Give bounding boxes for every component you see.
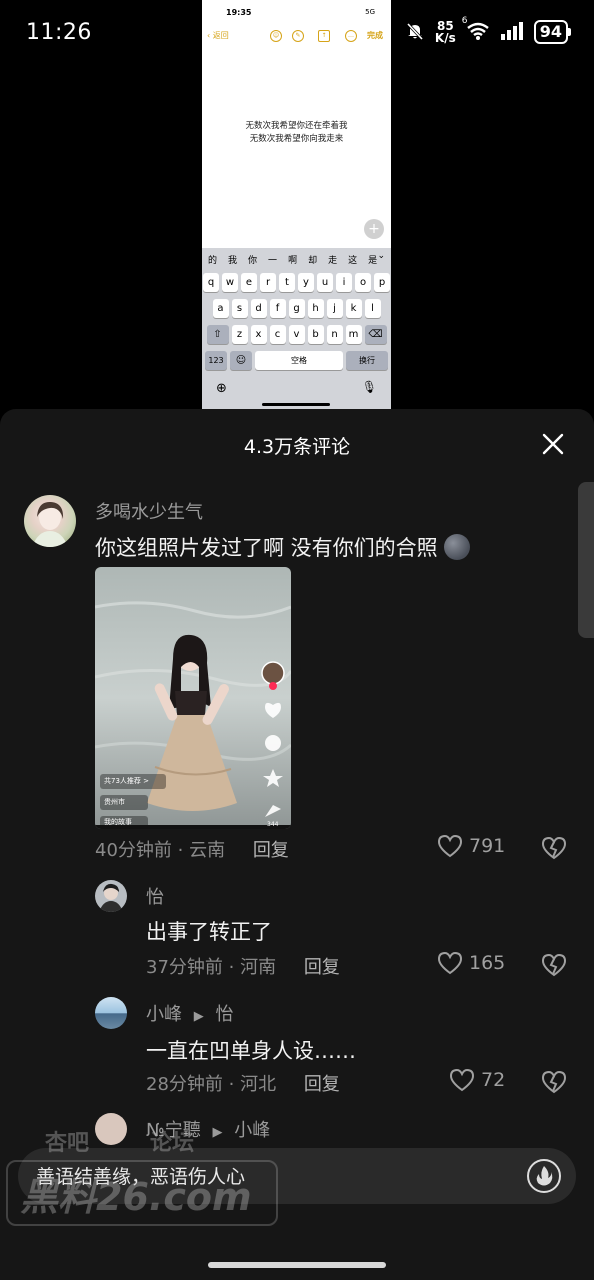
dislike-icon[interactable]	[541, 953, 567, 981]
shared-screenshot: 19:35 5G ‹ 返回 ☺ ✎ ↑ … 完成 无数次我希望你还在牵着我 无数…	[202, 0, 391, 410]
embedded-note-text: 无数次我希望你还在牵着我 无数次我希望你向我走来	[245, 121, 348, 144]
like-count: 165	[469, 952, 506, 974]
like-button[interactable]: 165	[437, 951, 505, 975]
embedded-add-icon: +	[364, 219, 384, 239]
watermark-text-1: 杏吧	[45, 1131, 90, 1156]
embedded-candidates: 的我你一啊却走这是	[208, 256, 378, 266]
comment-username[interactable]: 怡	[146, 883, 164, 909]
comment-meta: 37分钟前 · 河南 回复	[146, 957, 340, 978]
embedded-mic-icon: 🎙	[361, 380, 377, 394]
moon-emoji-icon	[444, 534, 471, 560]
reply-button[interactable]: 回复	[304, 957, 340, 978]
like-button[interactable]: 72	[449, 1068, 505, 1092]
heart-icon	[437, 834, 463, 858]
like-count: 791	[469, 835, 506, 857]
avatar[interactable]	[95, 1113, 127, 1145]
embedded-key-row-4: 123 ☺ 空格 换行	[202, 351, 391, 370]
reply-button[interactable]: 回复	[253, 840, 289, 861]
photo-recommend-text: 共73人推荐 >	[104, 777, 149, 785]
dislike-icon[interactable]	[541, 836, 567, 864]
embedded-done-label: 完成	[367, 31, 383, 40]
embedded-collapse-chevron-icon: ⌄	[377, 251, 385, 261]
watermark-text-3: 黑料26.com	[20, 1175, 252, 1219]
embedded-emoji-icon: ☺	[270, 30, 282, 42]
embedded-time: 19:35	[226, 8, 252, 17]
comment-text: 出事了转正了	[146, 920, 272, 944]
embedded-home-indicator	[262, 403, 330, 406]
photo-caption-text: 我的故事	[104, 818, 132, 826]
embedded-emoji-key-icon: ☺	[230, 351, 252, 370]
embedded-keyboard: 的我你一啊却走这是 ⌄ qwertyuiop asdfghjkl ⇧ zxcvb…	[202, 248, 391, 410]
embedded-more-icon: …	[345, 30, 357, 42]
embedded-key-row-2: asdfghjkl	[202, 299, 391, 318]
photo-location-text: 贵州市	[104, 798, 125, 806]
embedded-key-row-1: qwertyuiop	[202, 273, 391, 292]
avatar[interactable]	[95, 997, 127, 1029]
avatar[interactable]	[95, 880, 127, 912]
heart-icon	[437, 951, 463, 975]
silent-bell-icon	[405, 21, 425, 44]
watermark-text-2: 论坛	[150, 1131, 195, 1156]
embedded-key-row-3: ⇧ zxcvbnm ⌫	[202, 325, 391, 344]
status-indicators: 85 K/s 6 94	[405, 16, 572, 45]
embedded-back-label: ‹ 返回	[207, 31, 229, 40]
like-button[interactable]: 791	[437, 834, 505, 858]
comment-username-group: 小峰 ▶ 怡	[146, 1000, 233, 1026]
comment-text: 你这组照片发过了啊 没有你们的合照	[95, 532, 471, 562]
wifi-icon: 6	[462, 16, 490, 43]
reply-to-username[interactable]: 怡	[215, 1004, 233, 1025]
comment-photo[interactable]: 共73人推荐 > 贵州市 我的故事 344	[95, 567, 291, 829]
reply-arrow-icon: ▶	[212, 1125, 223, 1140]
embedded-shift-icon: ⇧	[206, 325, 229, 344]
comment-username[interactable]: 多喝水少生气	[95, 498, 203, 524]
avatar[interactable]	[24, 495, 76, 547]
heart-icon	[449, 1068, 475, 1092]
photo-share-count: 344	[267, 821, 279, 828]
home-indicator	[208, 1262, 386, 1268]
embedded-globe-icon: ⊕	[216, 381, 227, 396]
status-time: 11:26	[26, 20, 92, 45]
network-speed: 85 K/s	[434, 19, 456, 45]
embedded-delete-icon: ⌫	[364, 325, 387, 344]
comment-meta: 40分钟前 · 云南 回复	[95, 840, 289, 861]
comment-username[interactable]: 小峰	[146, 1004, 182, 1025]
dislike-icon[interactable]	[541, 1070, 567, 1098]
scrollbar[interactable]	[578, 482, 594, 638]
reply-arrow-icon: ▶	[193, 1009, 204, 1024]
embedded-indicators: 5G	[365, 8, 375, 16]
reply-to-username[interactable]: 小峰	[234, 1120, 270, 1141]
close-icon[interactable]	[541, 432, 565, 456]
comment-meta: 28分钟前 · 河北 回复	[146, 1074, 340, 1095]
embedded-share-icon: ↑	[318, 30, 330, 42]
hot-comment-icon[interactable]	[526, 1158, 562, 1198]
embedded-markup-icon: ✎	[292, 30, 304, 42]
cell-signal-icon	[500, 21, 524, 43]
like-count: 72	[481, 1069, 506, 1091]
comment-text: 一直在凹单身人设……	[146, 1039, 356, 1063]
reply-button[interactable]: 回复	[304, 1074, 340, 1095]
comment-count-title: 4.3万条评论	[243, 436, 351, 458]
battery-indicator: 94	[533, 20, 572, 44]
